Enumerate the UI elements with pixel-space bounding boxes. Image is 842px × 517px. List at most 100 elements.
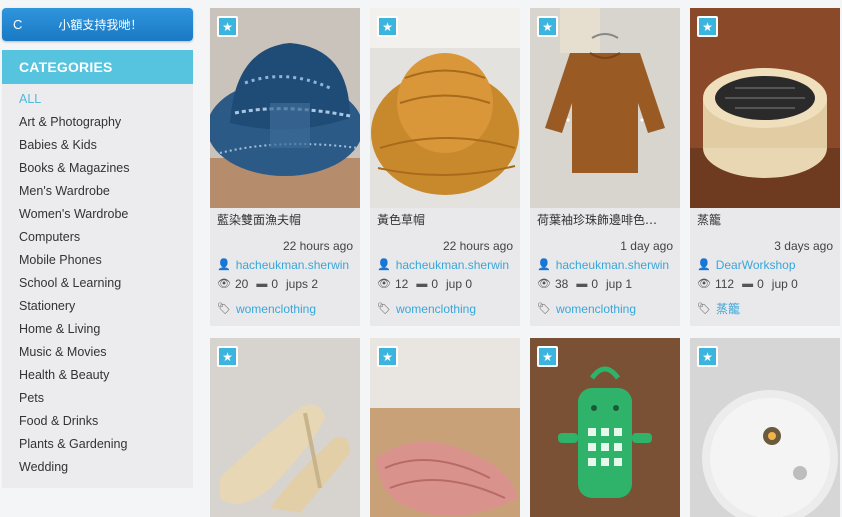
category-list: ALL Art & Photography Babies & Kids Book… [2,84,193,479]
listing-tag[interactable]: 🏷 womenclothing [377,301,513,318]
listing-username: hacheukman.sherwin [395,258,510,272]
category-music-movies[interactable]: Music & Movies [2,341,193,364]
comment-count: 0 [757,277,764,291]
listing-username: DearWorkshop [715,258,796,272]
listing-username: hacheukman.sherwin [555,258,670,272]
user-icon: 👤 [217,259,231,271]
category-health-beauty[interactable]: Health & Beauty [2,364,193,387]
tag-label: womenclothing [395,302,477,316]
star-icon[interactable]: ★ [377,16,398,37]
jup-count: jup 1 [606,277,633,291]
listing-title[interactable]: 蒸籠 [697,211,833,229]
listing-tag[interactable]: 🏷 蒸籠 [697,301,833,318]
listing-info: 黃色草帽 22 hours ago 👤 hacheukman.sherwin 👁 1… [370,208,520,326]
category-all[interactable]: ALL [2,88,193,111]
listing-card[interactable]: ★ [690,338,840,517]
listing-photo-round-light[interactable]: ★ [690,338,840,517]
tag-icon: 🏷 [217,303,231,315]
category-womens-wardrobe[interactable]: Women's Wardrobe [2,203,193,226]
jup-count: jups 2 [286,277,319,291]
categories-panel: CATEGORIES ALL Art & Photography Babies … [2,50,193,488]
listing-photo-steamer[interactable]: ★ [690,8,840,208]
category-stationery[interactable]: Stationery [2,295,193,318]
listing-tag[interactable]: 🏷 womenclothing [217,301,353,318]
support-button-prefix: C [13,17,23,32]
comment-count: 0 [431,277,439,291]
page: C 小額支持我哋！ CATEGORIES ALL Art & Photograp… [0,0,842,517]
listing-user[interactable]: 👤 DearWorkshop [697,257,833,274]
comment-icon: ▬ [416,278,428,290]
category-books-magazines[interactable]: Books & Magazines [2,157,193,180]
category-school-learning[interactable]: School & Learning [2,272,193,295]
listing-title[interactable]: 荷葉袖珍珠飾邊啡色… [537,211,673,229]
listing-card[interactable]: ★ 黃色草帽 22 hours ago 👤 hacheukman.sherwin … [370,8,520,326]
category-food-drinks[interactable]: Food & Drinks [2,410,193,433]
listing-info: 荷葉袖珍珠飾邊啡色… 1 day ago 👤 hacheukman.sherwin… [530,208,680,326]
listing-photo-straw-hat[interactable]: ★ [370,8,520,208]
listing-card[interactable]: ★ 荷葉袖珍珠飾邊啡色… 1 day ago 👤 hacheukman.sherw… [530,8,680,326]
listing-card[interactable]: ★ 藍染雙面漁夫帽 22 hours ago 👤 hacheukman.sherw… [210,8,360,326]
tag-label: womenclothing [235,302,317,316]
listing-title[interactable]: 黃色草帽 [377,211,513,229]
listing-info: 蒸籠 3 days ago 👤 DearWorkshop 👁 112 ▬ 0 jup … [690,208,840,326]
star-icon[interactable]: ★ [537,16,558,37]
star-icon[interactable]: ★ [217,16,238,37]
category-mobile-phones[interactable]: Mobile Phones [2,249,193,272]
comment-icon: ▬ [256,278,268,290]
category-wedding[interactable]: Wedding [2,456,193,479]
listing-tag[interactable]: 🏷 womenclothing [537,301,673,318]
tag-icon: 🏷 [377,303,391,315]
listing-photo-brown-top[interactable]: ★ [530,8,680,208]
jup-count: jup 0 [446,277,473,291]
category-plants-gardening[interactable]: Plants & Gardening [2,433,193,456]
user-icon: 👤 [697,259,711,271]
listing-card[interactable]: ★ 蒸籠 3 days ago 👤 DearWorkshop 👁 112 ▬ 0 ju… [690,8,840,326]
star-icon[interactable]: ★ [377,346,398,367]
eye-icon: 👁 [537,278,551,290]
category-babies-kids[interactable]: Babies & Kids [2,134,193,157]
listing-photo-green-robot[interactable]: ★ [530,338,680,517]
listing-stats: 👁 38 ▬ 0 jup 1 [537,276,673,293]
listing-user[interactable]: 👤 hacheukman.sherwin [537,257,673,274]
listing-time: 3 days ago [774,239,833,253]
eye-icon: 👁 [697,278,711,290]
listing-photo-heels[interactable]: ★ [210,338,360,517]
user-icon: 👤 [377,259,391,271]
star-icon[interactable]: ★ [697,346,718,367]
view-count: 112 [714,277,735,291]
listing-title[interactable]: 藍染雙面漁夫帽 [217,211,353,229]
listing-card[interactable]: ★ [530,338,680,517]
listing-photo-bucket-hat[interactable]: ★ [210,8,360,208]
star-icon[interactable]: ★ [697,16,718,37]
listing-user[interactable]: 👤 hacheukman.sherwin [217,257,353,274]
view-count: 20 [234,277,249,291]
listing-username: hacheukman.sherwin [235,258,350,272]
comment-count: 0 [271,277,279,291]
sidebar: C 小額支持我哋！ CATEGORIES ALL Art & Photograp… [0,0,200,517]
listing-time: 22 hours ago [442,239,513,253]
comment-count: 0 [591,277,599,291]
listing-card[interactable]: ★ [370,338,520,517]
listing-user[interactable]: 👤 hacheukman.sherwin [377,257,513,274]
star-icon[interactable]: ★ [537,346,558,367]
jup-count: jup 0 [771,277,798,291]
listing-time: 1 day ago [620,239,673,253]
eye-icon: 👁 [217,278,231,290]
comment-icon: ▬ [742,278,754,290]
category-pets[interactable]: Pets [2,387,193,410]
tag-label: 蒸籠 [715,302,740,316]
tag-label: womenclothing [555,302,637,316]
listing-photo-scarf[interactable]: ★ [370,338,520,517]
view-count: 38 [554,277,569,291]
category-computers[interactable]: Computers [2,226,193,249]
view-count: 12 [394,277,409,291]
tag-icon: 🏷 [537,303,551,315]
category-art-photography[interactable]: Art & Photography [2,111,193,134]
categories-heading: CATEGORIES [2,50,193,84]
support-button[interactable]: C 小額支持我哋！ [2,8,193,41]
comment-icon: ▬ [576,278,588,290]
category-mens-wardrobe[interactable]: Men's Wardrobe [2,180,193,203]
listing-card[interactable]: ★ [210,338,360,517]
star-icon[interactable]: ★ [217,346,238,367]
category-home-living[interactable]: Home & Living [2,318,193,341]
